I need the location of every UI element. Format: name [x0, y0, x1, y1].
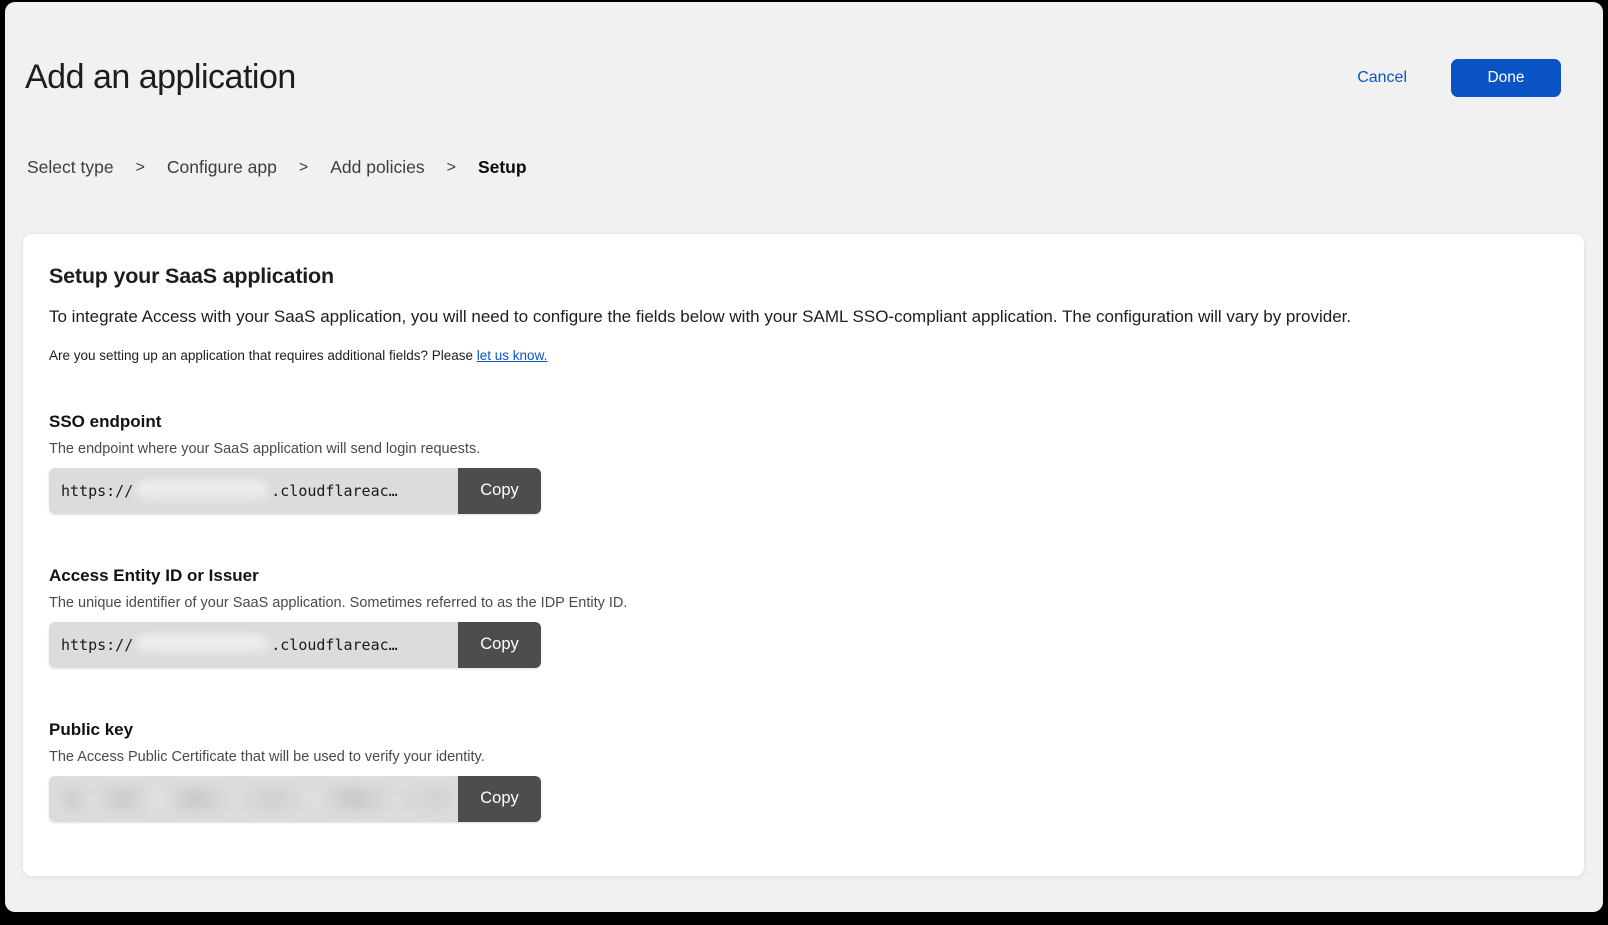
- redacted-value: [136, 481, 268, 501]
- breadcrumb-separator: >: [136, 159, 145, 177]
- entity-id-value-prefix: https://: [61, 636, 133, 654]
- page-header: Add an application Cancel Done: [5, 2, 1603, 97]
- entity-id-value: https:// .cloudflareac…: [49, 622, 458, 668]
- header-actions: Cancel Done: [1357, 59, 1561, 97]
- redacted-value: [136, 635, 268, 655]
- field-group-public-key: Public key The Access Public Certificate…: [49, 720, 1554, 822]
- card-heading: Setup your SaaS application: [49, 264, 1554, 289]
- breadcrumb-add-policies[interactable]: Add policies: [330, 157, 424, 178]
- entity-id-value-suffix: .cloudflareac…: [271, 636, 397, 654]
- entity-id-field-row: https:// .cloudflareac… Copy: [49, 622, 541, 668]
- card-intro: To integrate Access with your SaaS appli…: [49, 306, 1554, 329]
- sso-endpoint-description: The endpoint where your SaaS application…: [49, 441, 1554, 457]
- sso-endpoint-value: https:// .cloudflareac…: [49, 468, 458, 514]
- setup-card: Setup your SaaS application To integrate…: [22, 233, 1585, 877]
- copy-button-sso-endpoint[interactable]: Copy: [458, 468, 541, 514]
- breadcrumb-select-type[interactable]: Select type: [27, 157, 114, 178]
- public-key-description: The Access Public Certificate that will …: [49, 749, 1554, 765]
- public-key-label: Public key: [49, 720, 1554, 740]
- breadcrumb-separator: >: [447, 159, 456, 177]
- breadcrumb-separator: >: [299, 159, 308, 177]
- public-key-field-row: Copy: [49, 776, 541, 822]
- done-button[interactable]: Done: [1451, 59, 1561, 97]
- field-group-entity-id: Access Entity ID or Issuer The unique id…: [49, 566, 1554, 668]
- public-key-value: [49, 776, 458, 822]
- app-window: Add an application Cancel Done Select ty…: [5, 2, 1603, 912]
- sso-endpoint-value-prefix: https://: [61, 482, 133, 500]
- breadcrumb-setup[interactable]: Setup: [478, 157, 527, 178]
- entity-id-description: The unique identifier of your SaaS appli…: [49, 595, 1554, 611]
- copy-button-entity-id[interactable]: Copy: [458, 622, 541, 668]
- field-group-sso-endpoint: SSO endpoint The endpoint where your Saa…: [49, 412, 1554, 514]
- redacted-value: [64, 788, 450, 810]
- breadcrumb: Select type > Configure app > Add polici…: [5, 157, 1603, 178]
- breadcrumb-configure-app[interactable]: Configure app: [167, 157, 277, 178]
- note-text: Are you setting up an application that r…: [49, 348, 477, 363]
- entity-id-label: Access Entity ID or Issuer: [49, 566, 1554, 586]
- card-note: Are you setting up an application that r…: [49, 348, 1554, 363]
- copy-button-public-key[interactable]: Copy: [458, 776, 541, 822]
- sso-endpoint-field-row: https:// .cloudflareac… Copy: [49, 468, 541, 514]
- let-us-know-link[interactable]: let us know.: [477, 348, 548, 363]
- page-title: Add an application: [25, 58, 296, 97]
- sso-endpoint-label: SSO endpoint: [49, 412, 1554, 432]
- cancel-button[interactable]: Cancel: [1357, 69, 1407, 87]
- sso-endpoint-value-suffix: .cloudflareac…: [271, 482, 397, 500]
